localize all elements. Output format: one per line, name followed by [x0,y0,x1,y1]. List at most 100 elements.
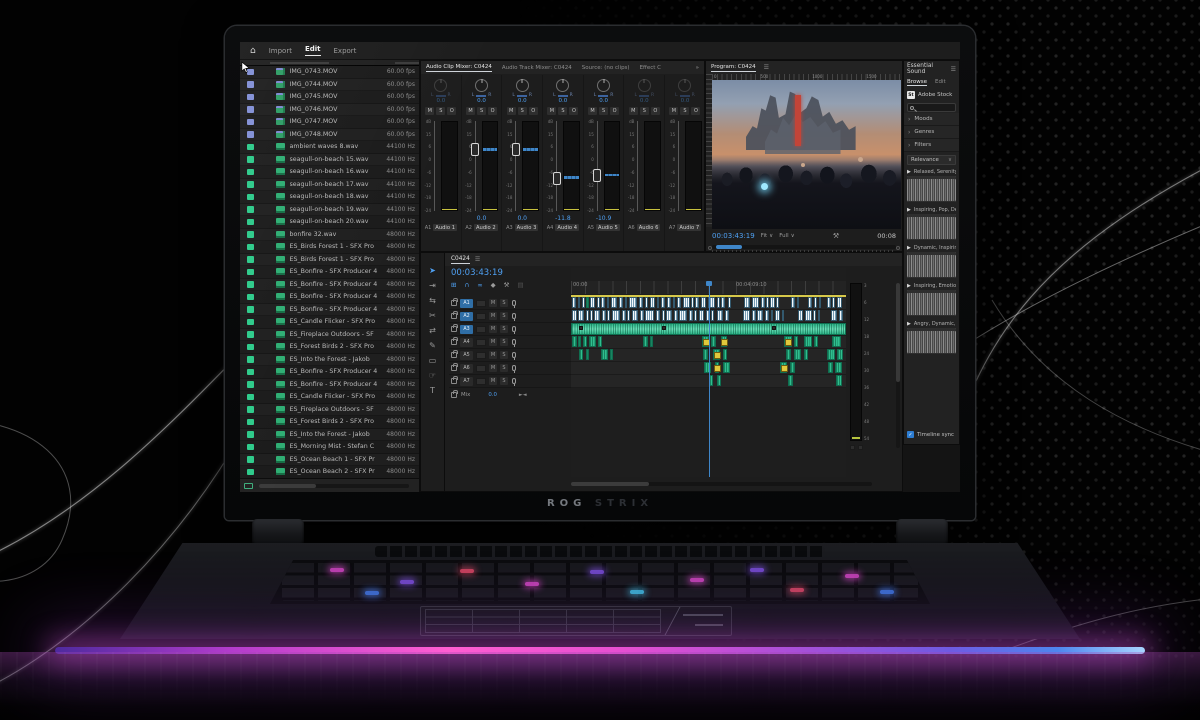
meter-buttons[interactable] [850,445,863,450]
timeline-clip[interactable] [610,349,613,360]
track-mute-button[interactable]: M [489,351,497,359]
media-row[interactable]: IMG_0745.MOV 60.00 fps [240,91,419,104]
timeline-clip[interactable] [761,297,765,308]
timeline-clip[interactable] [721,297,725,308]
track-solo-button[interactable]: S [500,364,508,372]
timeline-clip[interactable] [804,336,812,347]
timeline-clip[interactable] [788,375,793,386]
fader-handle[interactable] [553,172,561,185]
timeline-clip[interactable] [645,297,648,308]
media-row[interactable]: seagull-on-beach 17.wav 44100 Hz [240,179,419,192]
timeline-clip[interactable] [590,310,592,321]
mic-icon[interactable] [512,378,516,384]
tool-item[interactable]: ▭ [429,357,437,365]
timeline-clip[interactable] [582,297,585,308]
timeline-clip[interactable] [666,310,672,321]
solo-button[interactable]: S [599,107,608,115]
timeline-clip[interactable] [808,297,813,308]
track-solo-button[interactable]: S [500,338,508,346]
timeline-clip[interactable] [667,297,672,308]
timeline-clip[interactable] [625,297,627,308]
lock-icon[interactable] [451,365,457,371]
timeline-clip[interactable] [723,349,727,360]
pan-knob[interactable] [678,79,691,92]
timeline-clip[interactable] [578,310,584,321]
play-icon[interactable]: ▶ [907,321,911,327]
record-button[interactable]: O [447,107,456,115]
mix-track-row[interactable]: Mix 0.0 ►◄ [449,388,571,401]
timeline-clip[interactable] [780,362,787,373]
timeline-clip[interactable] [791,297,795,308]
timeline-clip[interactable] [694,310,697,321]
timeline-clip[interactable] [601,349,608,360]
panel-overflow-icon[interactable]: » [696,65,699,71]
timeline-clip[interactable] [579,349,583,360]
track-source-chip[interactable]: A3 [460,325,473,334]
fit-dropdown[interactable]: Fit∨ [761,233,773,239]
timeline-toolbar-icon[interactable]: ◆ [491,281,496,289]
timeline-clip[interactable] [827,297,831,308]
timeline-clip[interactable] [590,297,596,308]
timeline-clip[interactable] [657,297,659,308]
track-mute-button[interactable]: M [489,299,497,307]
timeline-toolbar-icon[interactable]: ∞ [477,281,482,289]
media-row[interactable]: seagull-on-beach 20.wav 44100 Hz [240,216,419,229]
mic-icon[interactable] [512,326,516,332]
timeline-clip[interactable] [629,297,637,308]
timeline-clip[interactable] [677,297,681,308]
track-sync-icon[interactable] [476,339,486,346]
timeline-clip[interactable] [832,336,841,347]
timeline-clip[interactable] [794,336,798,347]
timeline-clip[interactable] [601,297,605,308]
media-view-icon[interactable] [244,483,253,489]
playback-resolution-dropdown[interactable]: Full∨ [779,233,794,239]
timeline-clip[interactable] [611,297,617,308]
adobe-stock-row[interactable]: St Adobe Stock [904,88,959,102]
mic-icon[interactable] [512,365,516,371]
timeline-clip[interactable] [728,297,731,308]
timeline-clip[interactable] [813,310,816,321]
track-source-chip[interactable]: A6 [460,364,473,373]
record-button[interactable]: O [651,107,660,115]
play-icon[interactable]: ▶ [907,245,911,251]
waveform-preview[interactable] [907,252,956,278]
media-row[interactable]: IMG_0747.MOV 60.00 fps [240,116,419,129]
timeline-clip[interactable] [776,297,778,308]
media-row[interactable]: ES_Fireplace Outdoors - SF 48000 Hz [240,404,419,417]
media-row[interactable]: IMG_0746.MOV 60.00 fps [240,104,419,117]
pan-knob[interactable] [597,79,610,92]
mic-icon[interactable] [512,352,516,358]
es-tab[interactable]: Edit [935,79,946,86]
waveform-preview[interactable] [907,328,956,354]
es-filter-group[interactable]: › Moods [904,113,959,126]
mute-button[interactable]: M [466,107,475,115]
header-mode-tab[interactable]: Edit [305,45,321,56]
timeline-clip[interactable] [771,310,774,321]
pan-knob[interactable] [475,79,488,92]
track-header-row[interactable]: A7 M S [449,375,571,388]
timeline-clip[interactable] [572,297,576,308]
timeline-clip[interactable] [662,310,665,321]
fader-handle[interactable] [593,169,601,182]
program-tab[interactable]: Program: C0424 [711,64,756,72]
timeline-clip[interactable] [640,310,644,321]
record-button[interactable]: O [691,107,700,115]
timeline-clip[interactable] [589,336,596,347]
timeline-clip[interactable] [839,310,843,321]
pan-knob[interactable] [638,79,651,92]
solo-button[interactable]: S [518,107,527,115]
media-row[interactable]: ES_Birds Forest 1 - SFX Pro 48000 Hz [240,254,419,267]
timeline-clip[interactable] [782,310,784,321]
playhead[interactable] [709,281,710,477]
mute-button[interactable]: M [629,107,638,115]
timeline-clip[interactable] [772,326,776,330]
media-row[interactable]: ES_Bonfire - SFX Producer 4 48000 Hz [240,266,419,279]
mute-button[interactable]: M [547,107,556,115]
timeline-clip[interactable] [766,297,769,308]
timeline-toolbar-icon[interactable]: ∩ [464,281,469,289]
home-icon[interactable]: ⌂ [250,46,256,56]
timeline-clip[interactable] [701,297,706,308]
timeline-clip[interactable] [703,349,708,360]
track-source-chip[interactable]: A2 [460,312,473,321]
timeline-clip[interactable] [622,310,626,321]
